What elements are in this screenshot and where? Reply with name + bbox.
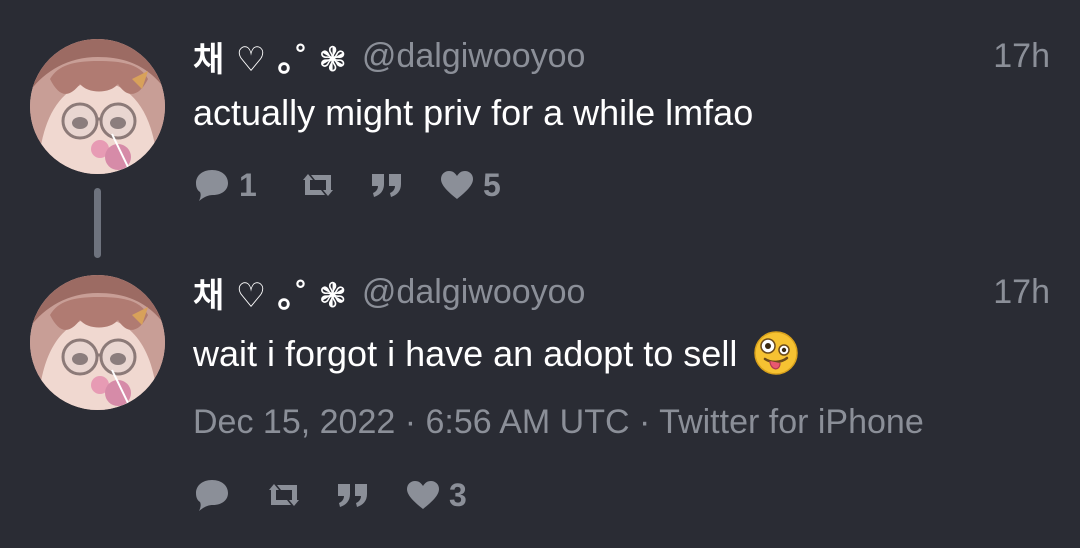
display-name[interactable]: 채 ♡ ｡˚ ❃ [193,32,348,81]
display-name[interactable]: 채 ♡ ｡˚ ❃ [193,268,348,317]
user-handle[interactable]: @dalgiwooyoo [362,273,586,312]
reply-button[interactable] [193,477,265,513]
avatar[interactable] [30,39,165,174]
quote-button[interactable] [335,480,405,510]
speech-bubble-icon [193,167,231,203]
tweet-actions: 1 5 [193,165,501,205]
tweet-time[interactable]: 17h [993,273,1050,312]
user-handle[interactable]: @dalgiwooyoo [362,37,586,76]
quote-button[interactable] [369,170,439,200]
reply-button[interactable]: 1 [193,167,299,204]
zany-face-emoji-icon [753,330,799,376]
heart-icon [405,479,441,511]
meta-separator: · [395,403,426,441]
quote-icon [369,170,405,200]
reply-count: 1 [239,166,257,203]
tweet-actions: 3 [193,475,467,515]
tweet-item[interactable]: 채 ♡ ｡˚ ❃ @dalgiwooyoo 17h actually might… [0,0,1080,240]
tweet-header: 채 ♡ ｡˚ ❃ @dalgiwooyoo 17h [193,32,1050,81]
tweet-metadata: Dec 15, 2022 · 6:56 AM UTC · Twitter for… [193,403,924,442]
speech-bubble-icon [193,477,231,513]
tweet-date: Dec 15, 2022 [193,403,396,441]
meta-separator: · [629,403,660,441]
like-button[interactable]: 3 [405,477,467,514]
tweet-time[interactable]: 17h [993,37,1050,76]
retweet-icon [265,480,303,510]
tweet-text: wait i forgot i have an adopt to sell [193,333,738,374]
like-count: 5 [483,166,501,203]
avatar[interactable] [30,275,165,410]
tweet-text: actually might priv for a while lmfao [193,92,754,133]
retweet-button[interactable] [265,480,335,510]
quote-icon [335,480,371,510]
like-count: 3 [449,476,467,513]
retweet-button[interactable] [299,170,369,200]
retweet-icon [299,170,337,200]
tweet-clock-time: 6:56 AM UTC [425,403,630,441]
like-button[interactable]: 5 [439,167,501,204]
tweet-text-container: wait i forgot i have an adopt to sell [193,330,799,376]
heart-icon [439,169,475,201]
tweet-source[interactable]: Twitter for iPhone [659,403,924,441]
tweet-thread: 채 ♡ ｡˚ ❃ @dalgiwooyoo 17h actually might… [0,0,1080,548]
tweet-header: 채 ♡ ｡˚ ❃ @dalgiwooyoo 17h [193,268,1050,317]
